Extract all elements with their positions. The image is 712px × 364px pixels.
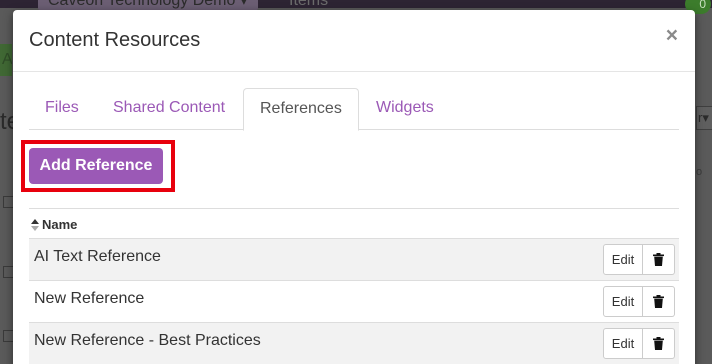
table-row: New Reference - Best Practices Edit <box>29 322 679 364</box>
background-heading: te <box>0 108 14 135</box>
content-resources-modal: Content Resources × Files Shared Content… <box>13 10 695 364</box>
add-reference-highlight: Add Reference <box>21 140 175 192</box>
row-actions: Edit <box>603 244 675 275</box>
trash-icon <box>653 253 664 266</box>
modal-header: Content Resources × <box>13 10 695 72</box>
background-column-header: o <box>696 166 703 178</box>
edit-button[interactable]: Edit <box>603 328 643 359</box>
row-actions: Edit <box>603 286 675 317</box>
tab-files[interactable]: Files <box>29 88 95 130</box>
row-actions: Edit <box>603 328 675 359</box>
modal-title: Content Resources <box>29 29 201 51</box>
background-checkbox <box>3 266 13 278</box>
trash-icon <box>653 295 664 308</box>
reference-name: New Reference <box>34 290 145 307</box>
edit-button[interactable]: Edit <box>603 286 643 317</box>
close-icon[interactable]: × <box>666 25 678 47</box>
sort-icon[interactable] <box>31 219 39 231</box>
background-action-button: A <box>0 44 12 76</box>
table-row: AI Text Reference Edit <box>29 238 679 280</box>
edit-button[interactable]: Edit <box>603 244 643 275</box>
delete-button[interactable] <box>643 244 675 275</box>
resource-tabs: Files Shared Content References Widgets <box>29 88 679 131</box>
add-reference-button[interactable]: Add Reference <box>29 148 163 184</box>
table-header[interactable]: Name <box>29 208 679 238</box>
tab-widgets[interactable]: Widgets <box>360 88 450 130</box>
trash-icon <box>653 337 664 350</box>
background-checkbox <box>3 196 13 208</box>
delete-button[interactable] <box>643 286 675 317</box>
reference-name: AI Text Reference <box>34 248 161 265</box>
modal-body: Files Shared Content References Widgets <box>29 88 679 131</box>
tab-references[interactable]: References <box>243 88 359 131</box>
background-checkbox <box>3 330 13 342</box>
reference-name: New Reference - Best Practices <box>34 332 261 349</box>
references-table: Name AI Text Reference Edit New Referenc… <box>29 208 679 364</box>
table-row: New Reference Edit <box>29 280 679 322</box>
column-header-name[interactable]: Name <box>42 217 77 232</box>
background-select: r▾ <box>696 106 712 130</box>
items-nav-link: Items <box>289 0 329 9</box>
project-selector: Caveon Technology Demo ▾ <box>38 0 258 10</box>
delete-button[interactable] <box>643 328 675 359</box>
tab-shared-content[interactable]: Shared Content <box>97 88 241 130</box>
